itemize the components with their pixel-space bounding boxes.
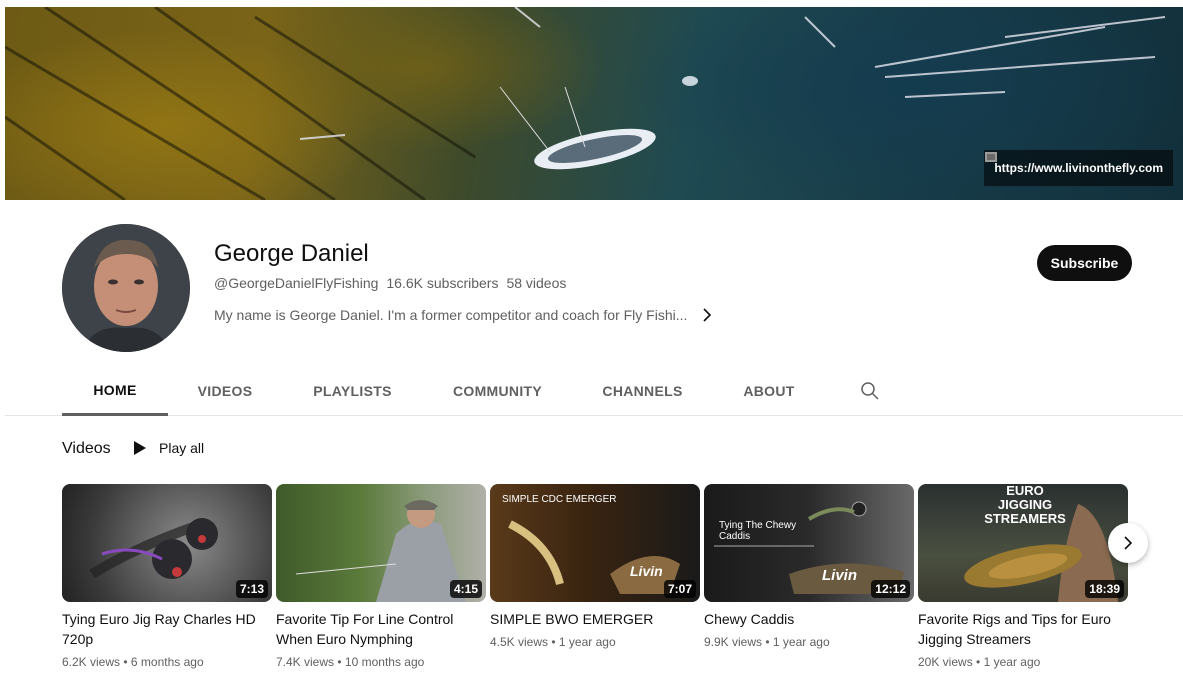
video-duration: 7:07: [663, 580, 696, 598]
video-card[interactable]: Livin SIMPLE CDC EMERGER 7:07 SIMPLE BWO…: [490, 484, 700, 649]
meta-separator: •: [765, 635, 770, 649]
tab-home[interactable]: HOME: [62, 367, 168, 416]
chevron-right-icon: [1124, 536, 1133, 550]
video-title[interactable]: Chewy Caddis: [704, 609, 904, 629]
video-views: 20K views: [918, 655, 973, 669]
tab-community[interactable]: COMMUNITY: [440, 367, 555, 415]
thumbnail-overlay-text: EURO JIGGING STREAMERS: [984, 484, 1066, 526]
channel-handle: @GeorgeDanielFlyFishing: [214, 275, 379, 291]
play-all-label: Play all: [159, 440, 205, 456]
video-meta: 7.4K views • 10 months ago: [276, 655, 486, 669]
video-thumbnail[interactable]: Livin Tying The Chewy Caddis 12:12: [704, 484, 914, 602]
video-thumbnail[interactable]: EURO JIGGING STREAMERS 18:39: [918, 484, 1128, 602]
video-views: 4.5K views: [490, 635, 549, 649]
video-age: 1 year ago: [558, 635, 616, 649]
banner-link-text: https://www.livinonthefly.com: [994, 161, 1163, 175]
video-card[interactable]: EURO JIGGING STREAMERS 18:39 Favorite Ri…: [918, 484, 1128, 669]
video-card[interactable]: 4:15 Favorite Tip For Line Control When …: [276, 484, 486, 669]
carousel-next-button[interactable]: [1108, 523, 1148, 563]
tab-channels[interactable]: CHANNELS: [590, 367, 695, 415]
subscriber-count: 16.6K subscribers: [386, 275, 499, 291]
tab-playlists[interactable]: PLAYLISTS: [300, 367, 405, 415]
video-duration: 18:39: [1085, 580, 1124, 598]
video-views: 9.9K views: [704, 635, 763, 649]
video-meta: 6.2K views • 6 months ago: [62, 655, 272, 669]
video-meta: 4.5K views • 1 year ago: [490, 635, 700, 649]
video-duration: 7:13: [235, 580, 268, 598]
subscribe-button[interactable]: Subscribe: [1037, 245, 1132, 281]
meta-separator: •: [976, 655, 981, 669]
video-thumbnail[interactable]: 4:15: [276, 484, 486, 602]
video-title[interactable]: Favorite Tip For Line Control When Euro …: [276, 609, 476, 649]
livin-logo: Livin: [822, 567, 857, 584]
channel-meta: @GeorgeDanielFlyFishing 16.6K subscriber…: [214, 275, 566, 291]
play-all-button[interactable]: Play all: [133, 440, 204, 456]
livin-logo: Livin: [630, 563, 663, 579]
channel-name: George Daniel: [214, 240, 369, 267]
video-age: 6 months ago: [130, 655, 204, 669]
channel-description-text: My name is George Daniel. I'm a former c…: [214, 307, 688, 323]
tab-videos[interactable]: VIDEOS: [185, 367, 265, 415]
search-icon[interactable]: [860, 381, 880, 401]
video-count: 58 videos: [506, 275, 567, 291]
video-thumbnail[interactable]: Livin SIMPLE CDC EMERGER 7:07: [490, 484, 700, 602]
video-views: 7.4K views: [276, 655, 335, 669]
tab-about[interactable]: ABOUT: [730, 367, 808, 415]
video-views: 6.2K views: [62, 655, 121, 669]
video-meta: 20K views • 1 year ago: [918, 655, 1128, 669]
video-title[interactable]: SIMPLE BWO EMERGER: [490, 609, 690, 629]
video-age: 1 year ago: [772, 635, 830, 649]
meta-separator: •: [337, 655, 342, 669]
video-thumbnail[interactable]: 7:13: [62, 484, 272, 602]
channel-banner: https://www.livinonthefly.com: [5, 7, 1183, 200]
meta-separator: •: [551, 635, 556, 649]
thumbnail-overlay-text: Tying The Chewy Caddis: [719, 520, 797, 542]
meta-separator: •: [123, 655, 128, 669]
video-title[interactable]: Tying Euro Jig Ray Charles HD 720p: [62, 609, 262, 649]
banner-website-link[interactable]: https://www.livinonthefly.com: [984, 150, 1173, 186]
video-duration: 4:15: [449, 580, 482, 598]
channel-description[interactable]: My name is George Daniel. I'm a former c…: [214, 307, 713, 323]
channel-tabs: HOME VIDEOS PLAYLISTS COMMUNITY CHANNELS…: [5, 367, 1183, 416]
video-title[interactable]: Favorite Rigs and Tips for Euro Jigging …: [918, 609, 1118, 649]
video-age: 1 year ago: [983, 655, 1041, 669]
section-title: Videos: [62, 440, 111, 457]
play-icon: [134, 441, 146, 455]
video-meta: 9.9K views • 1 year ago: [704, 635, 914, 649]
channel-avatar[interactable]: [62, 224, 190, 352]
video-duration: 12:12: [871, 580, 910, 598]
video-card[interactable]: 7:13 Tying Euro Jig Ray Charles HD 720p …: [62, 484, 272, 669]
thumbnail-overlay-text: SIMPLE CDC EMERGER: [502, 494, 617, 505]
video-card[interactable]: Livin Tying The Chewy Caddis 12:12 Chewy…: [704, 484, 914, 649]
chevron-right-icon[interactable]: [701, 308, 713, 322]
avatar-image: [62, 224, 190, 352]
video-age: 10 months ago: [344, 655, 425, 669]
link-icon: [985, 152, 998, 162]
